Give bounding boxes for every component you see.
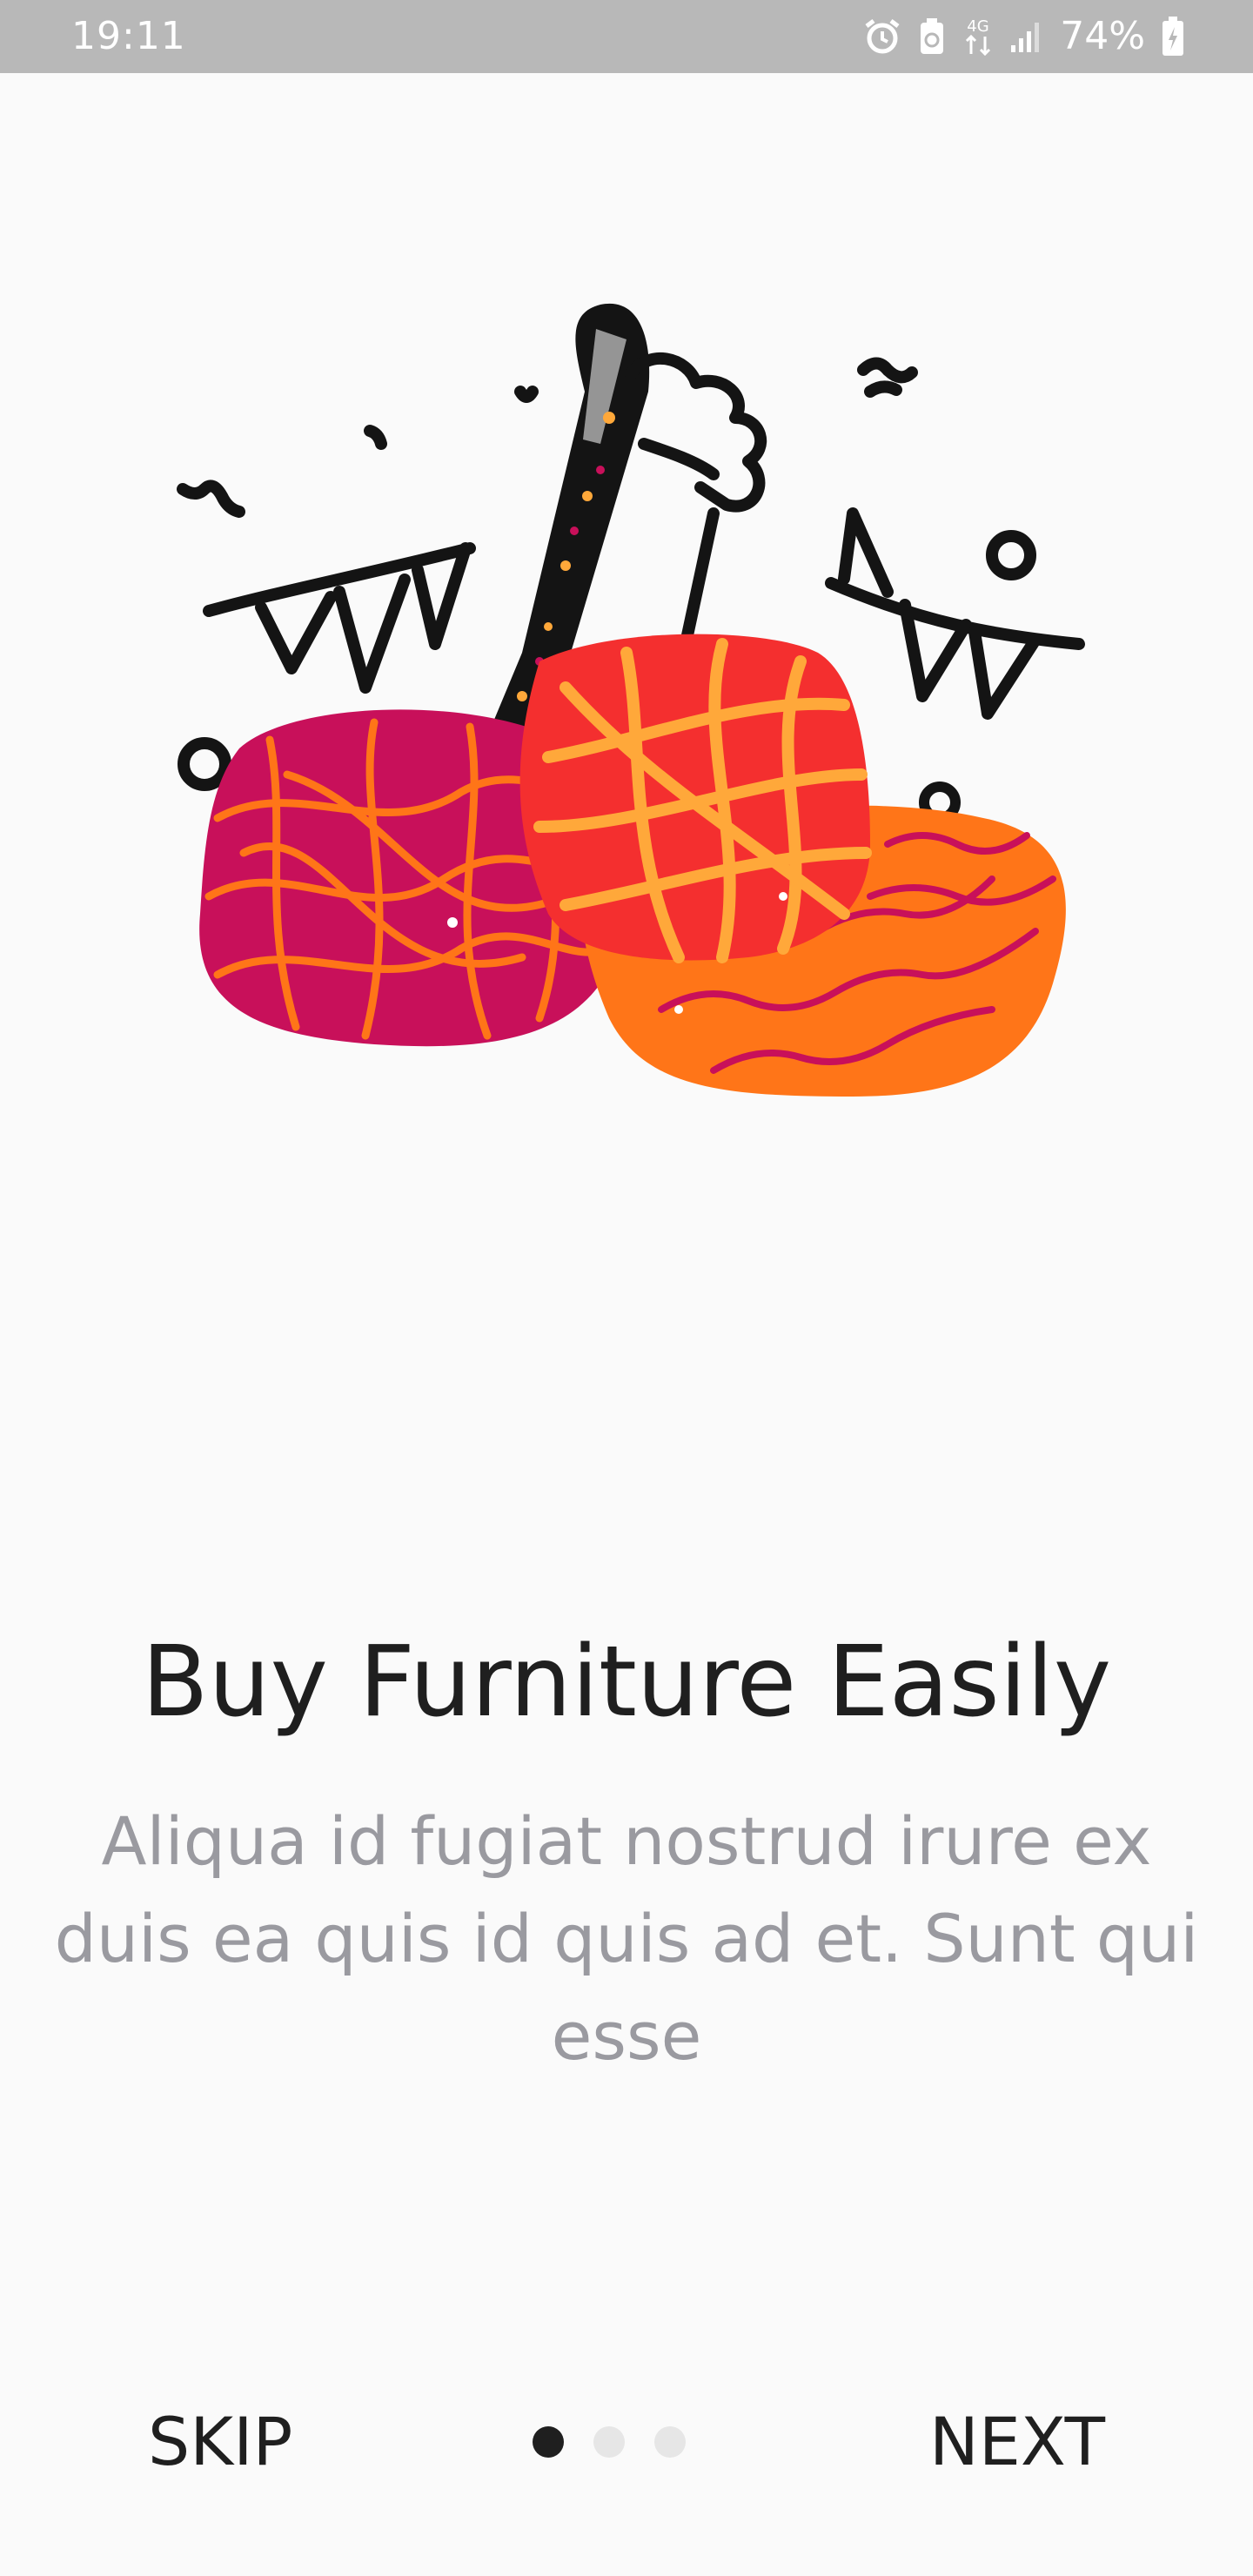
next-button[interactable]: NEXT xyxy=(912,2398,1122,2485)
status-bar: 19:11 4G 74% xyxy=(0,0,1253,73)
bunting-left xyxy=(177,386,539,694)
page-dot-1[interactable] xyxy=(533,2426,564,2458)
skip-button[interactable]: SKIP xyxy=(131,2398,310,2485)
signal-icon xyxy=(1009,19,1044,54)
status-time: 19:11 xyxy=(71,14,186,58)
doodle-circle-left xyxy=(178,737,231,791)
alarm-icon xyxy=(863,17,901,56)
4g-data-icon: 4G xyxy=(962,16,994,57)
onboarding-title: Buy Furniture Easily xyxy=(141,1626,1112,1739)
doodle-circle-right xyxy=(986,530,1036,580)
page-dot-2[interactable] xyxy=(593,2426,625,2458)
battery-saver-icon xyxy=(917,17,947,56)
battery-percent: 74% xyxy=(1060,14,1145,58)
status-icons: 4G 74% xyxy=(863,12,1185,61)
page-dot-3[interactable] xyxy=(654,2426,686,2458)
hand xyxy=(625,352,767,641)
bunting-right xyxy=(825,357,1085,720)
onboarding-description: Aliqua id fugiat nostrud irure ex duis e… xyxy=(54,1802,1199,2075)
furniture-illustration xyxy=(157,287,1096,1244)
cushion-red xyxy=(519,634,872,963)
svg-text:4G: 4G xyxy=(968,17,989,36)
page-indicator xyxy=(533,2425,707,2459)
battery-charging-icon xyxy=(1161,17,1185,57)
